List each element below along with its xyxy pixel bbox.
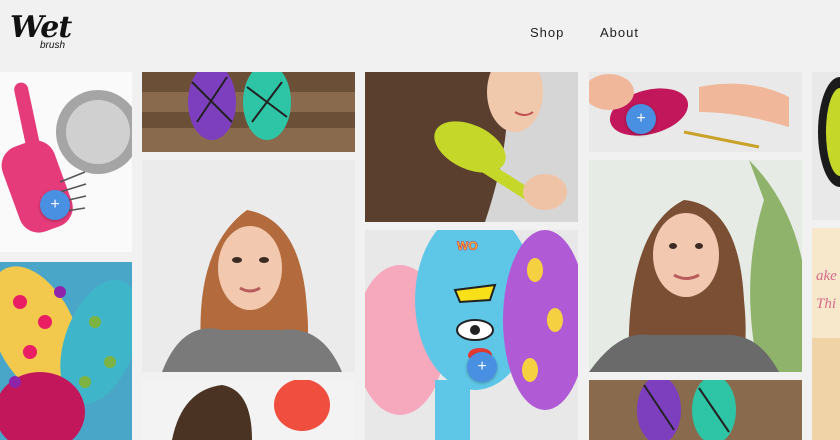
geometric-brushes-bottom-image xyxy=(589,380,802,440)
product-photo-tile[interactable]: + xyxy=(0,72,132,252)
product-photo-tile[interactable]: + xyxy=(589,72,802,152)
site-header: Wet brush Shop About xyxy=(0,0,840,70)
expand-plus-button[interactable]: + xyxy=(626,104,656,134)
svg-text:Thi: Thi xyxy=(816,296,836,312)
product-photo-tile[interactable] xyxy=(0,262,132,440)
smiling-model-portrait-image xyxy=(589,160,802,372)
product-photo-tile[interactable] xyxy=(589,380,802,440)
black-brush-partial-image xyxy=(812,72,840,220)
product-photo-tile[interactable] xyxy=(589,160,802,372)
pink-detangler-brush-image xyxy=(1,82,132,233)
product-photo-tile[interactable] xyxy=(365,72,578,222)
pop-art-brushes-image: WO xyxy=(365,230,578,440)
product-photo-tile[interactable] xyxy=(142,160,355,372)
svg-text:WO: WO xyxy=(457,239,478,253)
model-with-coral-brush-image xyxy=(142,380,355,440)
svg-text:ake: ake xyxy=(816,268,837,284)
pink-brush-in-hand-image xyxy=(589,72,802,152)
mosaic-print-brushes-image xyxy=(0,266,132,440)
product-photo-tile[interactable] xyxy=(142,380,355,440)
model-portrait-image xyxy=(142,160,355,372)
product-photo-tile[interactable]: ake Thi xyxy=(812,228,840,440)
logo-subtext: brush xyxy=(40,40,66,51)
expand-plus-button[interactable]: + xyxy=(467,352,497,382)
wet-brush-logo[interactable]: Wet brush xyxy=(10,10,72,54)
woman-brushing-hair-image xyxy=(365,72,578,222)
nav-shop-link[interactable]: Shop xyxy=(530,25,564,40)
nav-about-link[interactable]: About xyxy=(600,25,639,40)
geometric-brushes-on-wood-image xyxy=(142,72,355,152)
product-photo-tile[interactable] xyxy=(812,72,840,220)
product-photo-tile[interactable] xyxy=(142,72,355,152)
expand-plus-button[interactable]: + xyxy=(40,190,70,220)
printed-card-partial-image: ake Thi xyxy=(812,228,840,440)
product-photo-tile[interactable]: WO + xyxy=(365,230,578,440)
